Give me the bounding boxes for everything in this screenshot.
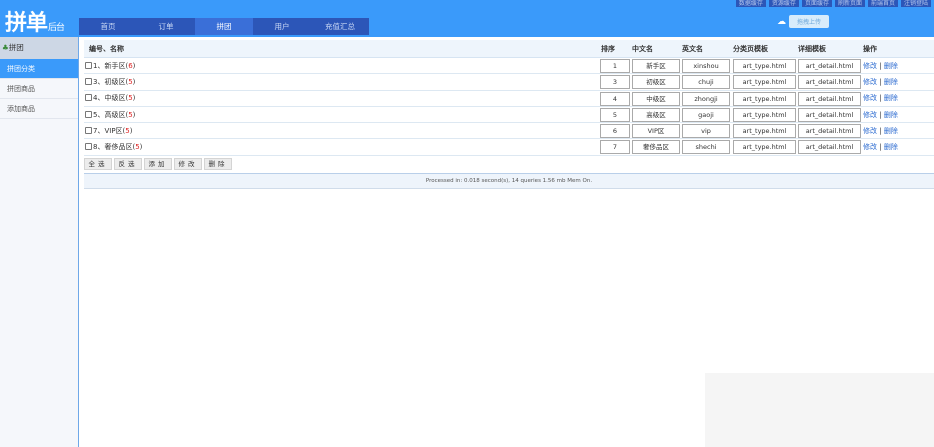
cloud-upload-icon: ☁ (777, 16, 786, 27)
delete-link[interactable]: 删除 (884, 111, 898, 119)
table-row: 4、中级区(5) 4 中级区 zhongji art_type.html art… (84, 91, 934, 107)
cn-name-input[interactable]: 新手区 (632, 59, 680, 73)
row-checkbox[interactable] (85, 94, 92, 102)
main-nav: 首页 订单 拼团 用户 充值汇总 (79, 18, 369, 35)
tool-button[interactable]: 前端首页 (867, 0, 898, 7)
blank-panel (705, 373, 934, 447)
action-button[interactable]: 删除 (204, 157, 232, 170)
tool-button[interactable]: 刷新页面 (834, 0, 865, 7)
edit-link[interactable]: 修改 (863, 78, 877, 86)
detail-template-input[interactable]: art_detail.html (798, 75, 861, 90)
footer: Processed in: 0.018 second(s), 14 querie… (84, 172, 934, 189)
delete-link[interactable]: 删除 (884, 94, 898, 102)
detail-template-input[interactable]: art_detail.html (798, 59, 861, 73)
tool-button[interactable]: 数据缓存 (735, 0, 766, 7)
delete-link[interactable]: 删除 (884, 78, 898, 86)
type-template-input[interactable]: art_type.html (733, 124, 796, 139)
order-input[interactable]: 4 (600, 91, 630, 106)
table-row: 7、VIP区(5) 6 VIP区 vip art_type.html art_d… (84, 123, 934, 140)
en-name-input[interactable]: xinshou (682, 59, 730, 73)
table-row: 8、奢侈品区(5) 7 奢侈品区 shechi art_type.html ar… (84, 139, 934, 156)
sidebar-item[interactable]: 拼团分类 (0, 59, 78, 79)
cn-name-input[interactable]: 中级区 (632, 91, 680, 106)
delete-link[interactable]: 删除 (884, 127, 898, 135)
action-button[interactable]: 全选 (84, 157, 112, 170)
detail-template-input[interactable]: art_detail.html (798, 124, 861, 139)
order-input[interactable]: 7 (600, 140, 630, 155)
upload-area[interactable]: ☁ 拖拽上传 (777, 15, 830, 28)
edit-link[interactable]: 修改 (863, 94, 877, 102)
delete-link[interactable]: 删除 (884, 143, 898, 151)
en-name-input[interactable]: vip (682, 124, 730, 139)
sidebar-item[interactable]: 拼团商品 (0, 79, 78, 99)
table-row: 5、高级区(5) 5 高级区 gaoji art_type.html art_d… (84, 107, 934, 124)
type-template-input[interactable]: art_type.html (733, 91, 796, 106)
category-table: 编号、名称 排序 中文名 英文名 分类页模板 详细模板 操作 1、新手区(6) … (84, 40, 934, 189)
edit-link[interactable]: 修改 (863, 127, 877, 135)
type-template-input[interactable]: art_type.html (733, 107, 796, 122)
tool-button[interactable]: 注销登陆 (900, 0, 931, 7)
logo: 拼单后台 (5, 11, 65, 36)
delete-link[interactable]: 删除 (884, 62, 898, 70)
detail-template-input[interactable]: art_detail.html (798, 140, 861, 155)
detail-template-input[interactable]: art_detail.html (798, 107, 861, 122)
table-row: 3、初级区(5) 3 初级区 chuji art_type.html art_d… (84, 74, 934, 91)
edit-link[interactable]: 修改 (863, 62, 877, 70)
action-button[interactable]: 反选 (114, 157, 142, 170)
en-name-input[interactable]: chuji (682, 75, 730, 90)
sidebar-item[interactable]: 添加商品 (0, 99, 78, 119)
cn-name-input[interactable]: 奢侈品区 (632, 140, 680, 155)
cn-name-input[interactable]: 高级区 (632, 107, 680, 122)
header: 拼单后台 首页 订单 拼团 用户 充值汇总 数据缓存 资源缓存 页面缓存 刷新页面 前端首页 注销… (0, 0, 934, 37)
table-row: 1、新手区(6) 1 新手区 xinshou art_type.html art… (84, 58, 934, 75)
row-checkbox[interactable] (85, 77, 92, 85)
sidebar: ♣拼团 拼团分类 拼团商品 添加商品 (0, 37, 79, 447)
edit-link[interactable]: 修改 (863, 111, 877, 119)
order-input[interactable]: 3 (600, 75, 630, 90)
type-template-input[interactable]: art_type.html (733, 140, 796, 155)
order-input[interactable]: 5 (600, 107, 630, 122)
upload-button[interactable]: 拖拽上传 (789, 15, 830, 28)
action-button[interactable]: 添加 (144, 157, 172, 170)
sidebar-title: ♣拼团 (0, 37, 78, 59)
nav-tab[interactable]: 充值汇总 (311, 18, 369, 35)
edit-link[interactable]: 修改 (863, 143, 877, 151)
tool-button[interactable]: 资源缓存 (768, 0, 799, 7)
nav-tab[interactable]: 订单 (137, 18, 195, 35)
cn-name-input[interactable]: 初级区 (632, 75, 680, 90)
row-checkbox[interactable] (85, 61, 92, 69)
order-input[interactable]: 1 (600, 59, 630, 73)
en-name-input[interactable]: zhongji (682, 91, 730, 106)
row-checkbox[interactable] (85, 143, 92, 151)
order-input[interactable]: 6 (600, 124, 630, 139)
cn-name-input[interactable]: VIP区 (632, 124, 680, 139)
type-template-input[interactable]: art_type.html (733, 75, 796, 90)
tool-button[interactable]: 页面缓存 (801, 0, 832, 7)
nav-tab[interactable]: 拼团 (195, 18, 253, 35)
type-template-input[interactable]: art_type.html (733, 59, 796, 73)
en-name-input[interactable]: shechi (682, 140, 730, 155)
nav-tab[interactable]: 首页 (79, 18, 137, 35)
table-header: 编号、名称 排序 中文名 英文名 分类页模板 详细模板 操作 (84, 40, 934, 58)
group-icon: ♣ (2, 43, 9, 52)
action-buttons: 全选 反选 添加 修改 删除 (84, 156, 934, 172)
detail-template-input[interactable]: art_detail.html (798, 91, 861, 106)
row-checkbox[interactable] (85, 126, 92, 134)
row-checkbox[interactable] (85, 110, 92, 118)
action-button[interactable]: 修改 (174, 157, 202, 170)
toolbar: 数据缓存 资源缓存 页面缓存 刷新页面 前端首页 注销登陆 (735, 0, 931, 7)
nav-tab[interactable]: 用户 (253, 18, 311, 35)
en-name-input[interactable]: gaoji (682, 107, 730, 122)
